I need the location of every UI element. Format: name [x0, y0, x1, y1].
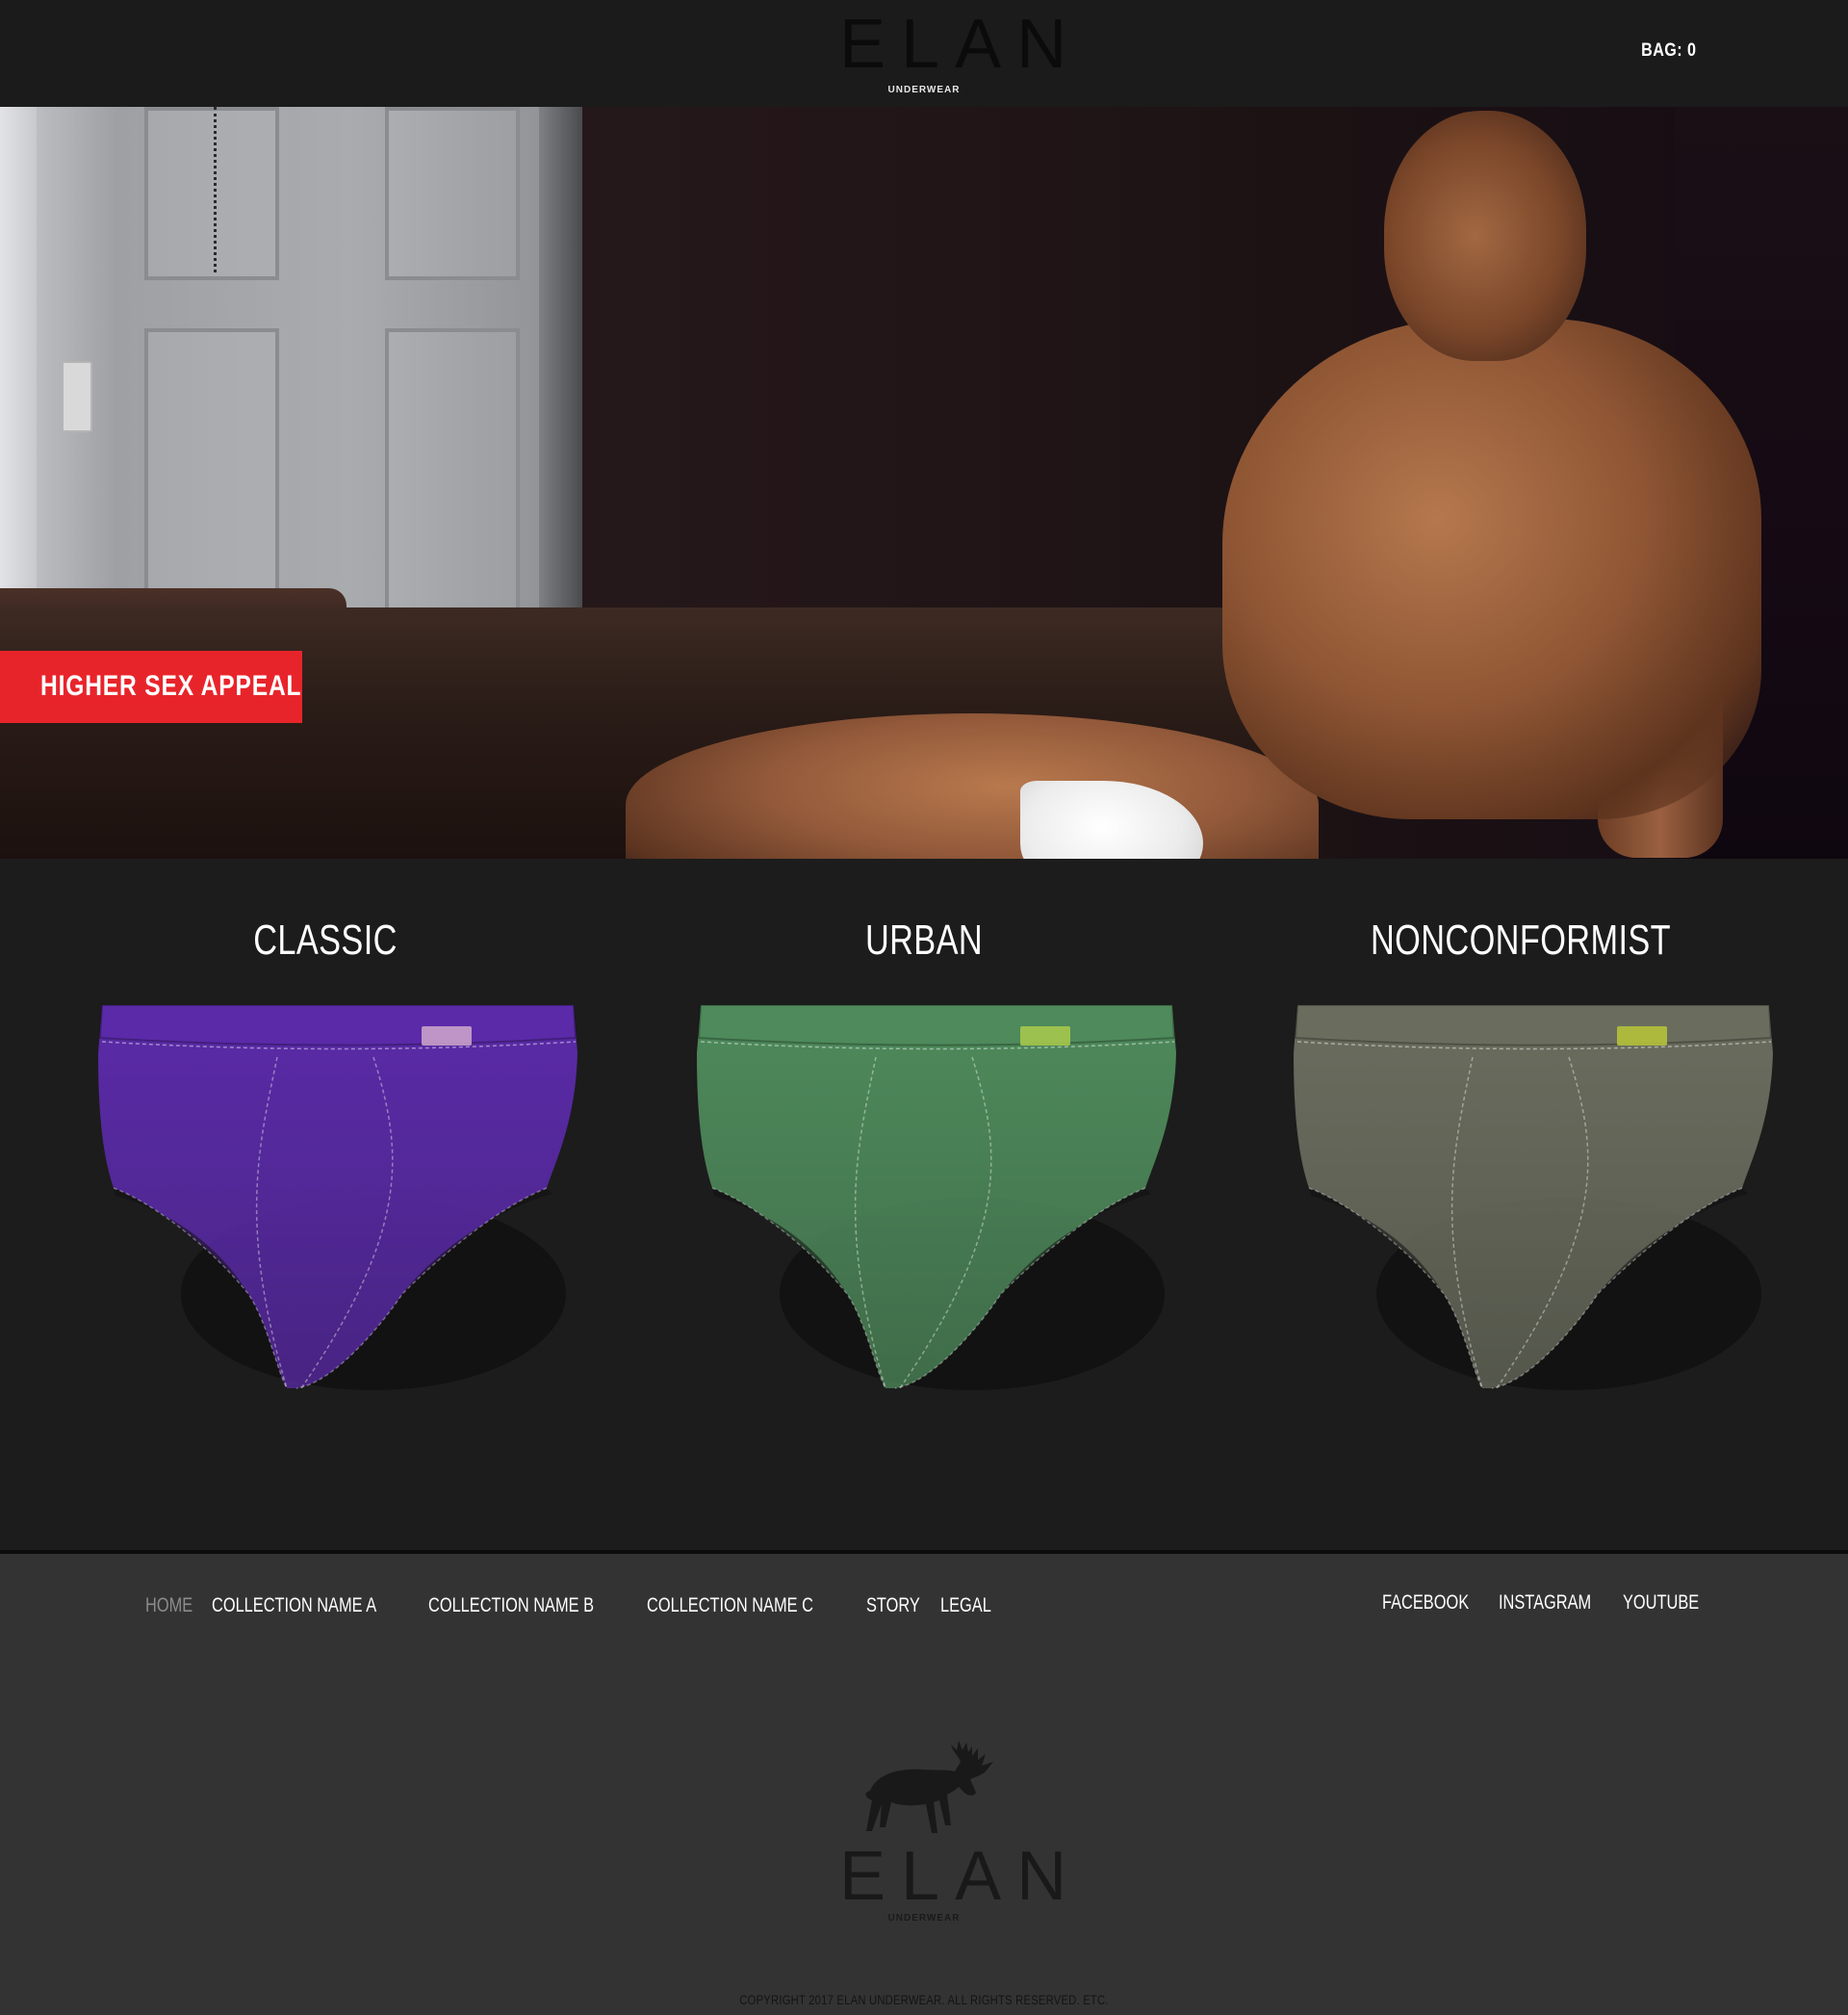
facebook-link[interactable]: FACEBOOK	[1382, 1591, 1469, 1615]
product-image-nonconformist	[1294, 1005, 1773, 1390]
collection-card-nonconformist[interactable]: NONCONFORMIST	[1222, 859, 1819, 1398]
site-header: ELAN UNDERWEAR BAG: 0	[0, 0, 1848, 107]
youtube-link[interactable]: YOUTUBE	[1623, 1591, 1699, 1615]
collection-card-classic[interactable]: CLASSIC	[27, 859, 624, 1398]
footer-nav: HOME COLLECTION NAME A COLLECTION NAME B…	[145, 1594, 991, 1617]
hero-tagline: HIGHER SEX APPEAL	[40, 670, 302, 702]
moose-logo-icon	[865, 1741, 993, 1833]
collection-title: CLASSIC	[253, 917, 398, 964]
shopping-bag-link[interactable]: BAG: 0	[1641, 40, 1696, 62]
logo-wordmark: ELAN	[839, 6, 1083, 83]
hero-banner: HIGHER SEX APPEAL	[0, 107, 1848, 859]
product-image-classic	[98, 1005, 578, 1390]
social-links: FACEBOOK INSTAGRAM YOUTUBE	[1382, 1591, 1704, 1615]
collection-title: NONCONFORMIST	[1370, 917, 1672, 964]
light-switch	[62, 361, 92, 432]
footer-logo-wordmark: ELAN	[839, 1838, 1083, 1915]
footer-nav-legal[interactable]: LEGAL	[940, 1594, 991, 1617]
copyright-text: COPYRIGHT 2017 ELAN UNDERWEAR. ALL RIGHT…	[739, 1992, 1109, 2007]
footer-logo[interactable]: ELAN UNDERWEAR	[824, 1838, 1083, 1924]
collection-card-urban[interactable]: URBAN	[626, 859, 1222, 1398]
instagram-link[interactable]: INSTAGRAM	[1499, 1591, 1591, 1615]
collections-section: CLASSIC URBAN NONCONFORMIST	[0, 859, 1848, 1552]
site-footer: HOME COLLECTION NAME A COLLECTION NAME B…	[0, 1554, 1848, 2015]
footer-nav-collection-a[interactable]: COLLECTION NAME A	[212, 1594, 376, 1617]
footer-nav-home[interactable]: HOME	[145, 1594, 192, 1617]
hero-tagline-button[interactable]: HIGHER SEX APPEAL	[0, 651, 302, 723]
brand-logo[interactable]: ELAN UNDERWEAR	[824, 6, 1083, 95]
footer-nav-collection-b[interactable]: COLLECTION NAME B	[428, 1594, 594, 1617]
logo-subtitle: UNDERWEAR	[887, 85, 961, 95]
collection-title: URBAN	[864, 917, 984, 964]
product-image-urban	[697, 1005, 1176, 1390]
footer-nav-collection-c[interactable]: COLLECTION NAME C	[647, 1594, 813, 1617]
footer-nav-story[interactable]: STORY	[866, 1594, 920, 1617]
